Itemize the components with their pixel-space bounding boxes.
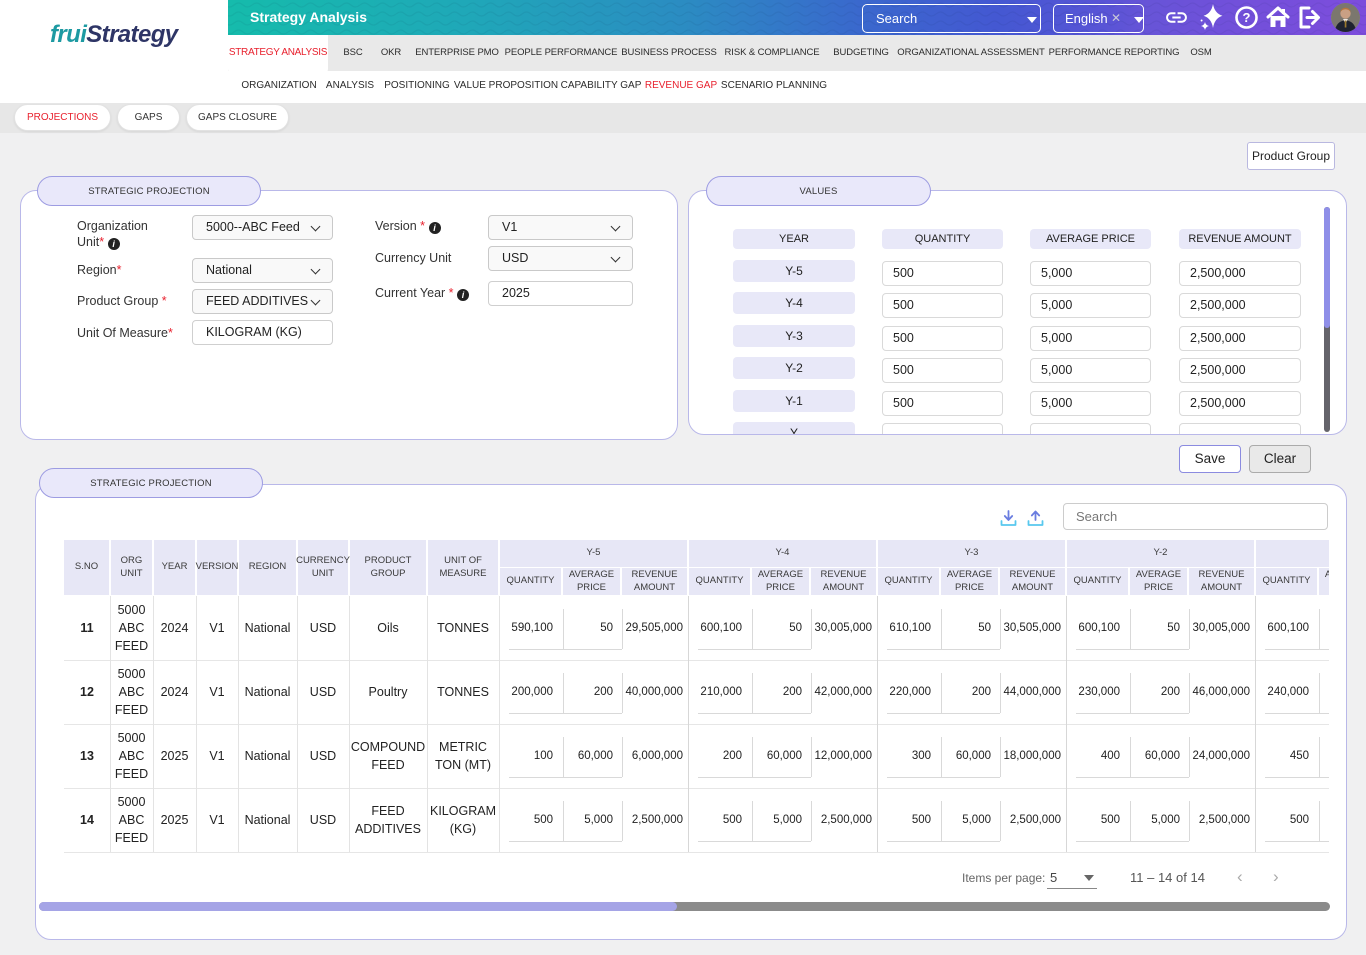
- svg-text:?: ?: [1243, 10, 1251, 25]
